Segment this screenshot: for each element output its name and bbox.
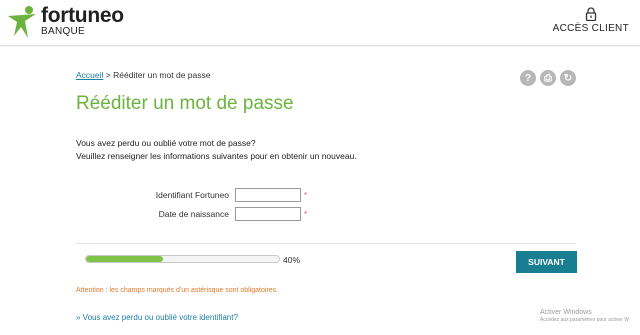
breadcrumb: Accueil > Rééditer un mot de passe bbox=[76, 70, 210, 80]
birthdate-required-mark: * bbox=[304, 209, 308, 219]
progress-label: 40% bbox=[283, 255, 301, 265]
intro-line-2: Veuillez renseigner les informations sui… bbox=[76, 151, 357, 161]
intro-text: Vous avez perdu ou oublié votre mot de p… bbox=[76, 137, 357, 163]
fortuneo-logo[interactable]: fortuneo BANQUE bbox=[6, 5, 124, 39]
print-icon[interactable]: ⎙ bbox=[540, 70, 556, 86]
logo-figure-icon bbox=[8, 6, 36, 38]
identifier-input[interactable] bbox=[235, 188, 301, 202]
padlock-icon bbox=[585, 7, 596, 21]
main-content: Accueil > Rééditer un mot de passe ? ⎙ ↻… bbox=[0, 47, 640, 335]
page-tools: ? ⎙ ↻ bbox=[520, 70, 576, 86]
brand-subtitle: BANQUE bbox=[41, 26, 86, 37]
progress-bar bbox=[85, 255, 280, 263]
progress-fill bbox=[86, 256, 164, 262]
next-button[interactable]: SUIVANT bbox=[516, 251, 577, 273]
breadcrumb-current: Rééditer un mot de passe bbox=[113, 70, 211, 80]
birthdate-label: Date de naissance bbox=[158, 209, 229, 219]
identifier-row: Identifiant Fortuneo * bbox=[74, 188, 307, 202]
watermark-title: Activer Windows bbox=[540, 309, 592, 316]
brand-name: fortuneo bbox=[41, 4, 124, 27]
section-divider bbox=[76, 243, 576, 244]
client-access-link[interactable]: ACCÈS CLIENT bbox=[553, 7, 629, 34]
help-icon[interactable]: ? bbox=[520, 70, 536, 86]
forgot-identifier-link[interactable]: » Vous avez perdu ou oublié votre identi… bbox=[76, 313, 238, 322]
watermark-subtitle: Accédez aux paramètres pour activer W bbox=[540, 317, 629, 324]
identifier-label: Identifiant Fortuneo bbox=[155, 190, 229, 200]
birthdate-row: Date de naissance * bbox=[74, 207, 307, 221]
breadcrumb-separator: > bbox=[105, 70, 111, 80]
intro-line-1: Vous avez perdu ou oublié votre mot de p… bbox=[76, 138, 256, 148]
windows-activation-watermark: Activer Windows Accédez aux paramètres p… bbox=[540, 309, 629, 323]
site-header: fortuneo BANQUE ACCÈS CLIENT bbox=[0, 0, 640, 46]
page-title: Rééditer un mot de passe bbox=[76, 93, 294, 114]
birthdate-input[interactable] bbox=[235, 207, 301, 221]
required-fields-warning: Attention : les champs marqués d'un asté… bbox=[76, 287, 279, 294]
refresh-icon[interactable]: ↻ bbox=[560, 70, 576, 86]
client-access-label: ACCÈS CLIENT bbox=[552, 23, 629, 34]
breadcrumb-home-link[interactable]: Accueil bbox=[76, 70, 103, 80]
identifier-required-mark: * bbox=[304, 190, 308, 200]
